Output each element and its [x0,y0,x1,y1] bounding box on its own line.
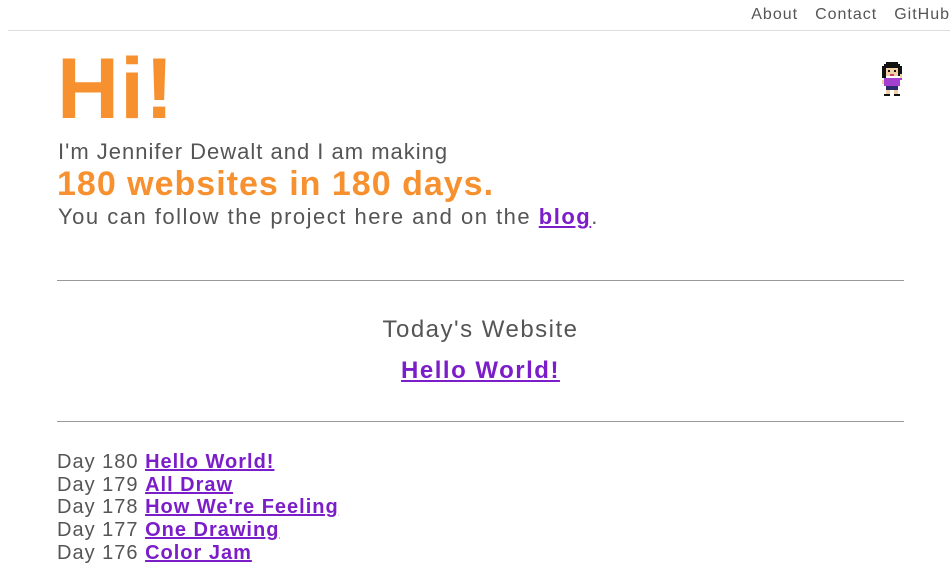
day-number: Day 179 [57,473,139,496]
nav-contact-link[interactable]: Contact [815,6,877,24]
day-link[interactable]: How We're Feeling [145,496,339,518]
intro-line: I'm Jennifer Dewalt and I am making [58,139,449,164]
nav-github-link[interactable]: GitHub [894,6,950,24]
blog-link[interactable]: blog [539,204,591,229]
todays-website-link[interactable]: Hello World! [401,357,560,384]
pixel-avatar-icon [882,62,902,96]
divider [57,280,904,281]
day-number: Day 180 [57,451,139,473]
follow-suffix: . [591,204,599,229]
day-link[interactable]: Hello World! [145,451,274,473]
day-number: Day 177 [57,519,139,542]
project-tagline: 180 websites in 180 days. [57,165,495,203]
days-list: Day 180 Hello World! Day 179 All Draw Da… [57,451,339,565]
todays-website-container: Hello World! [57,357,904,385]
follow-text: You can follow the project here and on t… [58,204,539,229]
todays-website-label: Today's Website [382,316,579,343]
list-item: Day 178 How We're Feeling [57,496,339,519]
day-link[interactable]: Color Jam [145,542,252,564]
day-number: Day 178 [57,496,139,519]
day-number: Day 176 [57,541,139,564]
divider [57,421,904,422]
greeting-heading: Hi! [57,41,175,137]
list-item: Day 180 Hello World! [57,451,339,474]
day-link[interactable]: All Draw [145,474,233,496]
day-link[interactable]: One Drawing [145,519,279,541]
top-nav: About Contact GitHub [8,0,950,31]
list-item: Day 179 All Draw [57,474,339,497]
nav-links: About Contact GitHub [751,6,950,24]
list-item: Day 176 Color Jam [57,542,339,565]
follow-line: You can follow the project here and on t… [58,204,599,230]
list-item: Day 177 One Drawing [57,519,339,542]
nav-about-link[interactable]: About [751,6,798,24]
